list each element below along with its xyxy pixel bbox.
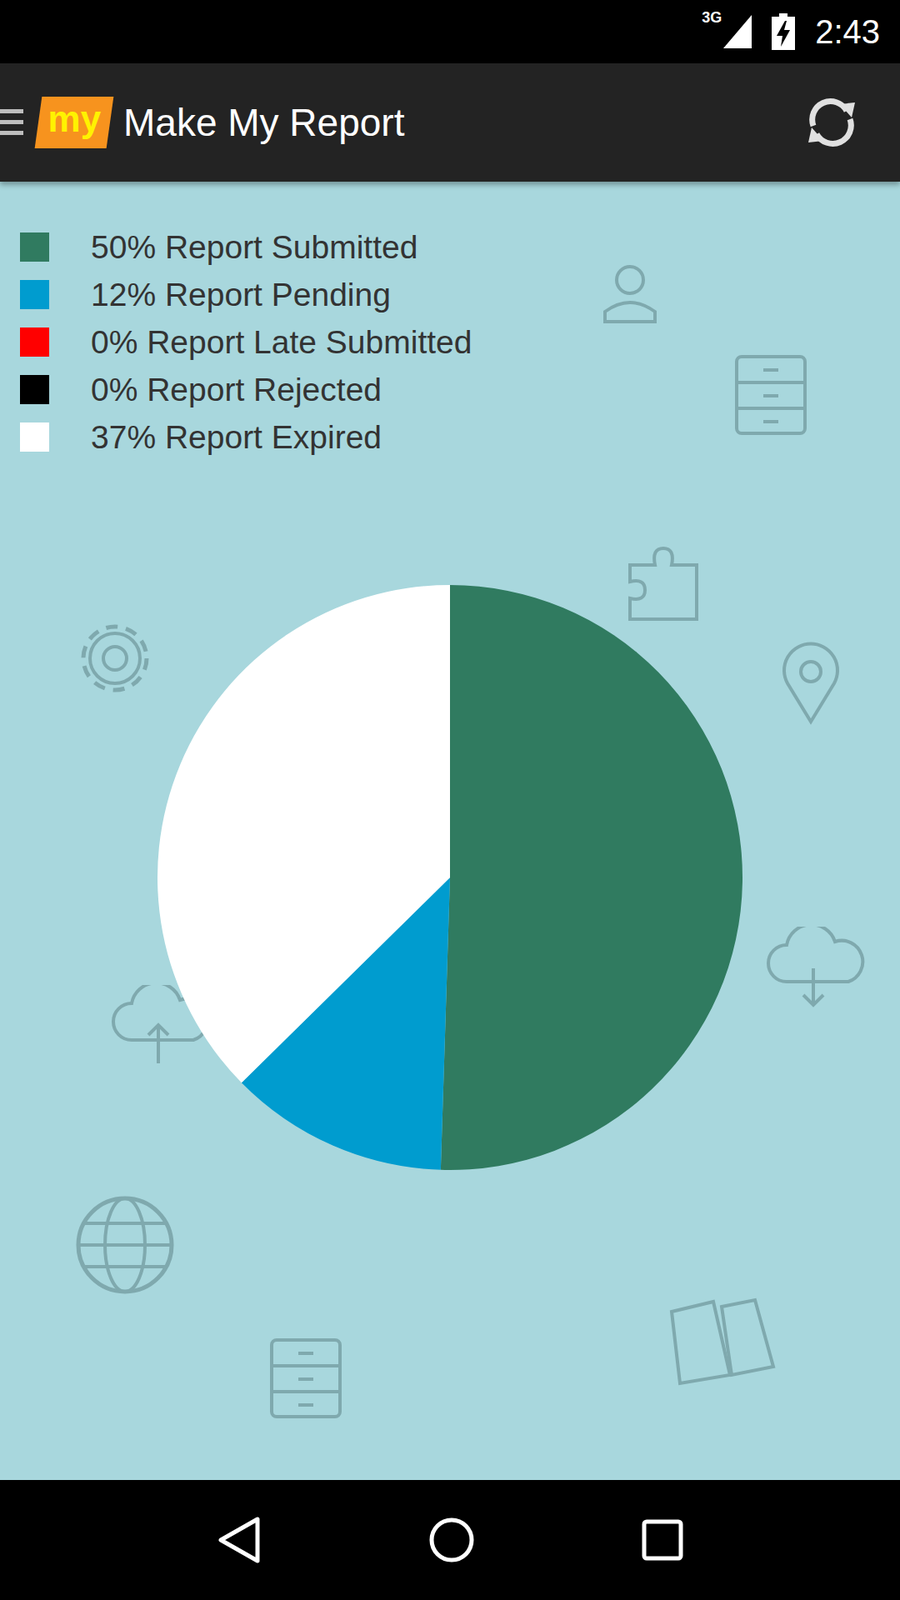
cabinet-icon	[733, 353, 809, 437]
legend-swatch	[20, 232, 50, 262]
legend-swatch	[20, 422, 50, 452]
signal: 3G	[701, 15, 752, 49]
legend-label: 37% Report Expired	[90, 419, 382, 456]
legend-item: 0% Report Late Submitted	[20, 318, 900, 366]
home-icon[interactable]	[428, 1516, 475, 1564]
screen: 3G 2:43 my Make My Report 50% Report Sub…	[0, 0, 900, 1600]
recents-icon[interactable]	[640, 1518, 685, 1562]
legend-swatch	[20, 375, 50, 405]
legend-label: 12% Report Pending	[90, 276, 391, 314]
content: 50% Report Submitted 12% Report Pending …	[0, 181, 900, 1480]
pie-chart-area	[0, 585, 900, 1170]
gear-icon	[65, 608, 165, 709]
legend-item: 50% Report Submitted	[20, 223, 900, 271]
legend-item: 12% Report Pending	[20, 270, 900, 319]
legend-label: 0% Report Late Submitted	[90, 324, 472, 361]
app-bar: my Make My Report	[0, 63, 900, 182]
refresh-icon[interactable]	[801, 92, 862, 153]
documents-icon	[655, 1295, 780, 1387]
legend-item: 37% Report Expired	[20, 413, 900, 461]
app-title: Make My Report	[123, 100, 802, 145]
network-type: 3G	[701, 10, 722, 25]
legend-swatch	[20, 327, 50, 357]
back-icon[interactable]	[215, 1515, 263, 1565]
globe-icon	[73, 1193, 177, 1297]
pie-slice[interactable]	[157, 585, 450, 1083]
cabinet-icon	[268, 1336, 344, 1420]
legend-label: 0% Report Rejected	[90, 371, 382, 409]
pie-slice[interactable]	[440, 585, 743, 1170]
app-logo[interactable]: my	[35, 96, 115, 149]
hamburger-menu-icon[interactable]	[0, 105, 24, 140]
legend-item: 0% Report Rejected	[20, 365, 900, 414]
battery-charging-icon	[771, 13, 795, 50]
pie-chart	[157, 585, 743, 1170]
chart-legend: 50% Report Submitted 12% Report Pending …	[0, 181, 900, 461]
person-icon	[596, 258, 664, 325]
logo-text: my	[48, 100, 102, 138]
signal-icon	[723, 15, 752, 49]
legend-label: 50% Report Submitted	[90, 229, 418, 266]
clock: 2:43	[815, 13, 880, 50]
cloud-download-icon	[761, 926, 870, 1010]
location-pin-icon	[777, 641, 845, 725]
legend-swatch	[20, 280, 50, 310]
status-bar: 3G 2:43	[0, 0, 900, 64]
puzzle-icon	[621, 540, 705, 624]
navigation-bar	[0, 1480, 900, 1600]
